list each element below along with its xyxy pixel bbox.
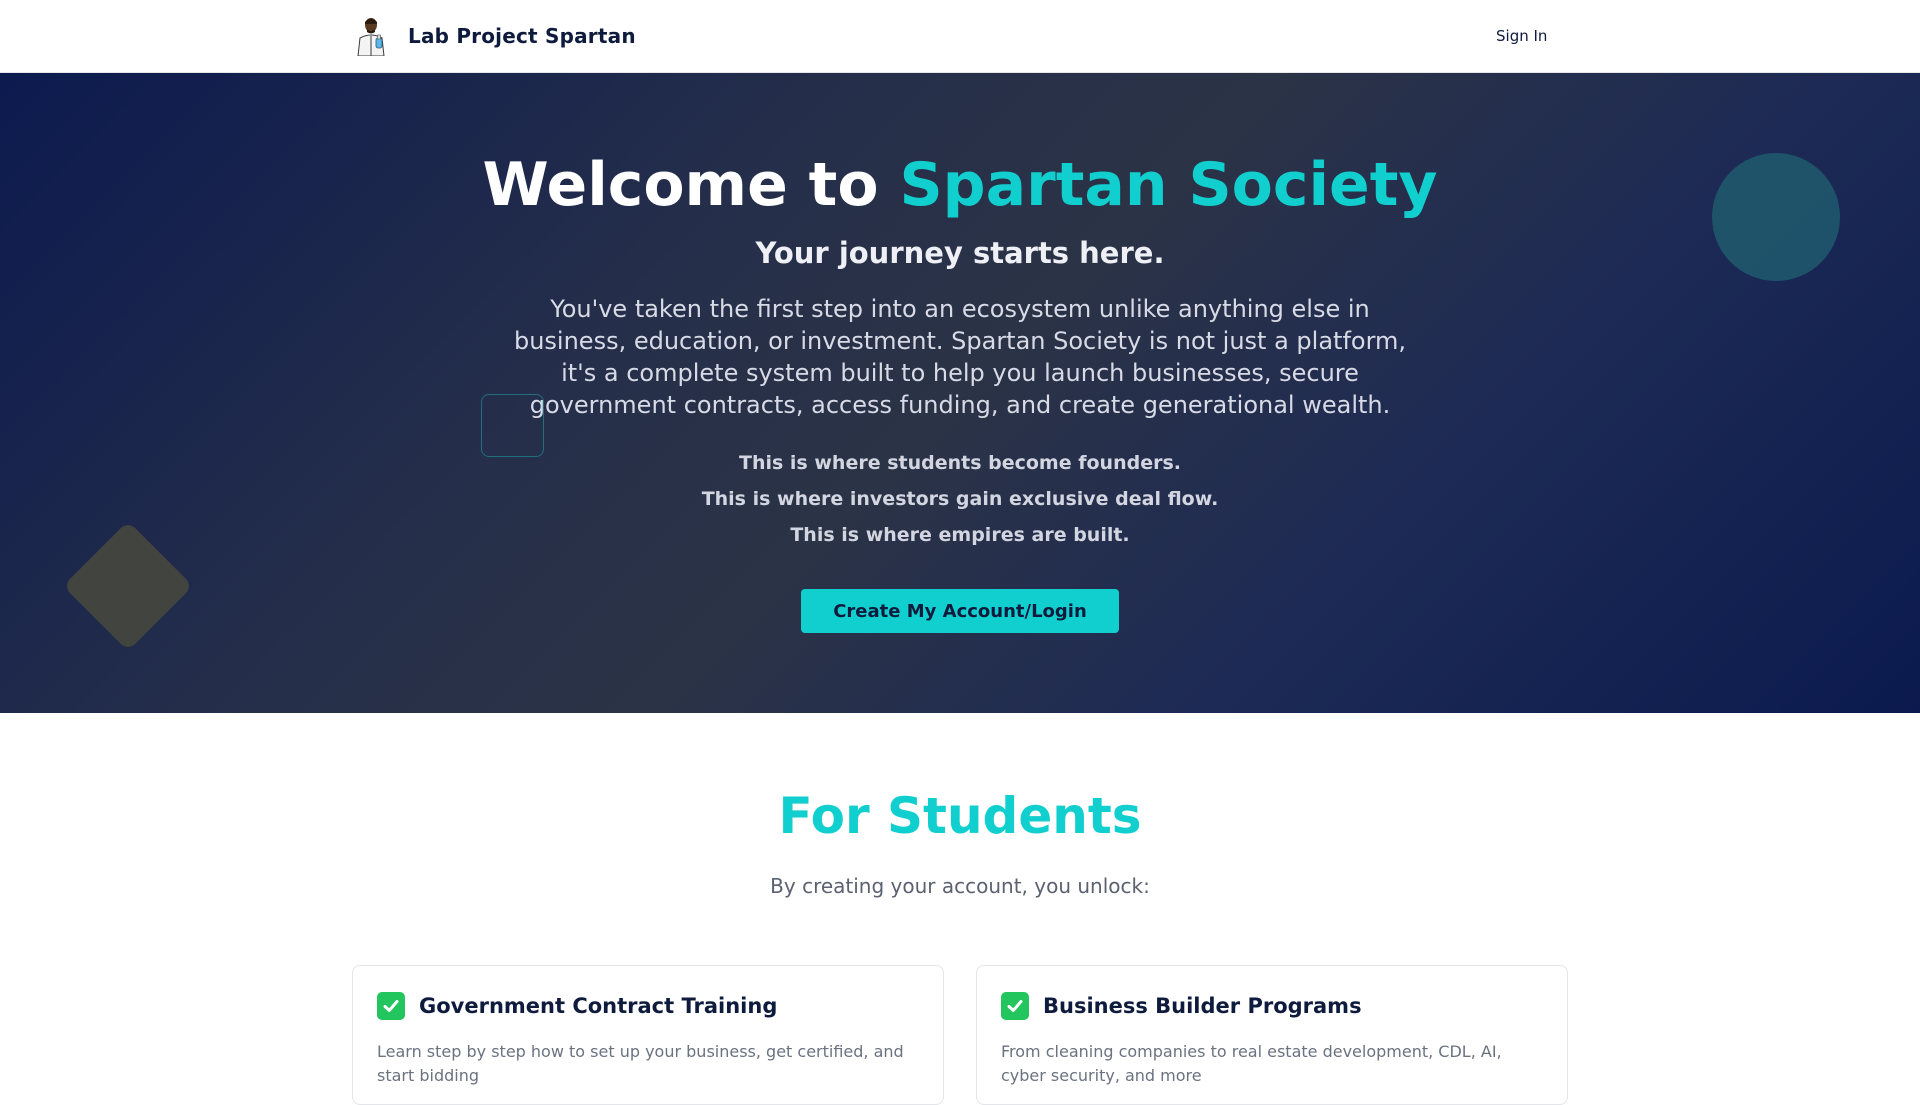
- brand-name: Lab Project Spartan: [408, 24, 636, 48]
- students-section-subtitle: By creating your account, you unlock:: [770, 874, 1150, 898]
- students-section-title: For Students: [778, 787, 1142, 845]
- top-navbar: Lab Project Spartan Sign In: [0, 0, 1920, 73]
- brand-home-link[interactable]: Lab Project Spartan: [352, 15, 636, 57]
- hero-title-prefix: Welcome to: [482, 150, 900, 220]
- check-mark-icon: [1001, 992, 1029, 1020]
- hero-title: Welcome to Spartan Society: [0, 145, 1920, 225]
- create-account-login-button[interactable]: Create My Account/Login: [801, 589, 1119, 633]
- hero-title-accent: Spartan Society: [899, 150, 1438, 220]
- sign-in-link[interactable]: Sign In: [1496, 24, 1547, 48]
- hero-point: This is where students become founders.: [739, 452, 1181, 474]
- feature-card-government-contract-training: Government Contract Training Learn step …: [352, 965, 944, 1105]
- hero-description: You've taken the first step into an ecos…: [513, 295, 1407, 419]
- card-description: Learn step by step how to set up your bu…: [377, 1042, 904, 1085]
- check-mark-icon: [377, 992, 405, 1020]
- hero-point: This is where investors gain exclusive d…: [701, 488, 1219, 510]
- hero-subtitle: Your journey starts here.: [755, 236, 1165, 270]
- card-title: Business Builder Programs: [1043, 994, 1362, 1018]
- hero-point: This is where empires are built.: [790, 524, 1130, 546]
- card-header: Government Contract Training: [377, 992, 777, 1020]
- card-description: From cleaning companies to real estate d…: [1001, 1042, 1502, 1085]
- card-title: Government Contract Training: [419, 994, 778, 1018]
- feature-card-business-builder-programs: Business Builder Programs From cleaning …: [976, 965, 1568, 1105]
- scientist-logo-icon: [357, 18, 385, 56]
- hero-points-list: This is where students become founders. …: [0, 445, 1920, 553]
- card-header: Business Builder Programs: [1001, 992, 1362, 1020]
- hero-section: Welcome to Spartan Society Your journey …: [0, 73, 1920, 713]
